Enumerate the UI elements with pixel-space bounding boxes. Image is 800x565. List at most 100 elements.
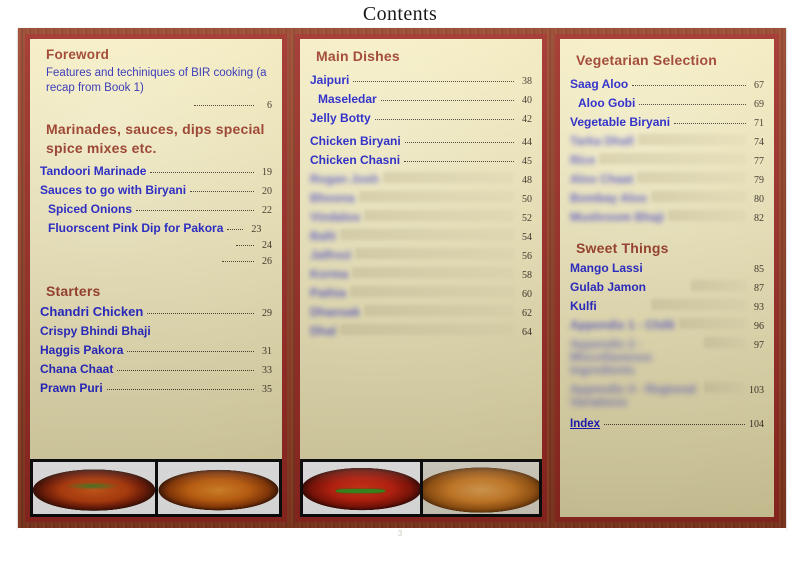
dot-leader: [639, 103, 746, 105]
entry-page: 33: [262, 365, 272, 376]
entry-page: 50: [522, 194, 532, 205]
dot-leader: [106, 388, 254, 390]
contents-entry-redacted[interactable]: Mushroom Bhaji 82: [570, 210, 764, 224]
entry-page: 6: [267, 100, 272, 111]
contents-entry[interactable]: Fluorscent Pink Dip for Pakora 23: [40, 221, 272, 235]
contents-entry-redacted[interactable]: Tarka Dhall 74: [570, 134, 764, 148]
contents-entry[interactable]: Prawn Puri 35: [40, 381, 272, 395]
dot-leader: [647, 269, 746, 270]
contents-panel-right: Vegetarian Selection Saag Aloo 67 Aloo G…: [555, 34, 779, 522]
dot-leader: [650, 191, 746, 202]
dot-leader: [340, 229, 514, 240]
dot-leader: [117, 369, 254, 371]
entry-label: Chicken Biryani: [310, 134, 401, 148]
entry-page: 42: [522, 114, 532, 125]
entry-page: 44: [522, 137, 532, 148]
dot-leader: [355, 248, 514, 259]
contents-entry[interactable]: 26: [40, 256, 272, 267]
contents-entry[interactable]: Saag Aloo 67: [570, 77, 764, 91]
dot-leader: [651, 299, 746, 310]
contents-entry[interactable]: Maseledar 40: [310, 92, 532, 106]
photo-chicken-curry-garnished: [33, 462, 155, 514]
entry-label: Tandoori Marinade: [40, 164, 147, 178]
contents-entry-redacted[interactable]: Vindaloo 52: [310, 210, 532, 224]
contents-entry[interactable]: Mango Lassi 85: [570, 261, 764, 275]
contents-entry-redacted[interactable]: Korma 58: [310, 267, 532, 281]
dot-leader: [150, 171, 254, 173]
entry-page: 69: [754, 99, 764, 110]
page-header: Contents: [0, 0, 800, 28]
contents-entry[interactable]: 6: [40, 100, 272, 111]
entry-page: 40: [522, 95, 532, 106]
contents-entry-redacted[interactable]: Dhansak 62: [310, 305, 532, 319]
entry-page: 64: [522, 327, 532, 338]
contents-entry-redacted[interactable]: Appendix 2 - Miscellaneous Ingredients 9…: [570, 337, 764, 377]
contents-entry[interactable]: Jaipuri 38: [310, 73, 532, 87]
dot-leader: [691, 280, 746, 291]
contents-entry[interactable]: Chandri Chicken 29: [40, 304, 272, 319]
photo-tan-curry-dish: [422, 462, 539, 514]
contents-entry[interactable]: Chicken Biryani 44: [310, 134, 532, 148]
entry-label: Pathia: [310, 286, 347, 300]
contents-entry-redacted[interactable]: Rogan Josh 48: [310, 172, 532, 186]
page-folio-number: 3: [397, 529, 403, 538]
dot-leader: [190, 190, 254, 192]
entry-page: 104: [749, 419, 764, 430]
contents-entry[interactable]: 24: [40, 240, 272, 251]
entry-label: Vindaloo: [310, 210, 361, 224]
contents-entry[interactable]: Gulab Jamon 87: [570, 280, 764, 294]
entry-label: Tarka Dhall: [570, 134, 634, 148]
contents-entry[interactable]: Chicken Chasni 45: [310, 153, 532, 167]
contents-entry[interactable]: Sauces to go with Biryani 20: [40, 183, 272, 197]
contents-entry[interactable]: Jelly Botty 42: [310, 111, 532, 125]
dot-leader: [382, 172, 514, 183]
entry-page: 62: [522, 308, 532, 319]
contents-entry-redacted[interactable]: Aloo Chaat 79: [570, 172, 764, 186]
entry-label: Fluorscent Pink Dip for Pakora: [48, 221, 224, 235]
contents-entry-redacted[interactable]: Appendix 3 - Regional Variations 103: [570, 382, 764, 409]
entry-label: Dhal: [310, 324, 337, 338]
entry-page: 38: [522, 76, 532, 87]
dot-leader: [604, 423, 745, 425]
dot-leader: [704, 337, 746, 348]
dot-leader: [637, 134, 746, 145]
photo-strip-middle: [300, 459, 542, 517]
contents-entry-redacted[interactable]: Bombay Aloo 80: [570, 191, 764, 205]
dot-leader: [364, 305, 514, 316]
entry-label: Sauces to go with Biryani: [40, 183, 187, 197]
entry-page: 82: [754, 213, 764, 224]
entry-page: 54: [522, 232, 532, 243]
contents-entry[interactable]: Kulfi 93: [570, 299, 764, 313]
entry-page: 87: [754, 283, 764, 294]
contents-entry[interactable]: Vegetable Biryani 71: [570, 115, 764, 129]
contents-entry[interactable]: Crispy Bhindi Bhaji: [40, 324, 272, 338]
contents-entry-redacted[interactable]: Rice 77: [570, 153, 764, 167]
entry-page: 58: [522, 270, 532, 281]
dot-leader: [637, 172, 746, 183]
contents-entry-redacted[interactable]: Balti 54: [310, 229, 532, 243]
dot-leader: [353, 80, 514, 82]
contents-entry-index[interactable]: Index 104: [570, 418, 764, 430]
entry-page: 23: [251, 224, 262, 235]
entry-page: 29: [262, 308, 272, 319]
entry-page: 19: [262, 167, 272, 178]
contents-entry[interactable]: Tandoori Marinade 19: [40, 164, 272, 178]
dot-leader: [599, 153, 746, 164]
contents-page: Contents Foreword Features and techiniqu…: [0, 0, 800, 565]
entry-label: Rogan Josh: [310, 172, 379, 186]
contents-entry-redacted[interactable]: Jalfrezi 56: [310, 248, 532, 262]
dot-leader: [674, 122, 746, 124]
contents-entry[interactable]: Haggis Pakora 31: [40, 343, 272, 357]
dot-leader: [404, 141, 514, 143]
contents-entry[interactable]: Aloo Gobi 69: [570, 96, 764, 110]
contents-entry-redacted[interactable]: Dhal 64: [310, 324, 532, 338]
entry-page: 79: [754, 175, 764, 186]
dot-leader: [155, 332, 254, 333]
entry-label: Chandri Chicken: [40, 304, 144, 319]
contents-entry-redacted[interactable]: Appendix 1 - Chilli 96: [570, 318, 764, 332]
dot-leader: [236, 244, 254, 246]
contents-entry-redacted[interactable]: Pathia 60: [310, 286, 532, 300]
contents-entry[interactable]: Spiced Onions 22: [40, 202, 272, 216]
contents-entry-redacted[interactable]: Bhoona 50: [310, 191, 532, 205]
contents-entry[interactable]: Chana Chaat 33: [40, 362, 272, 376]
